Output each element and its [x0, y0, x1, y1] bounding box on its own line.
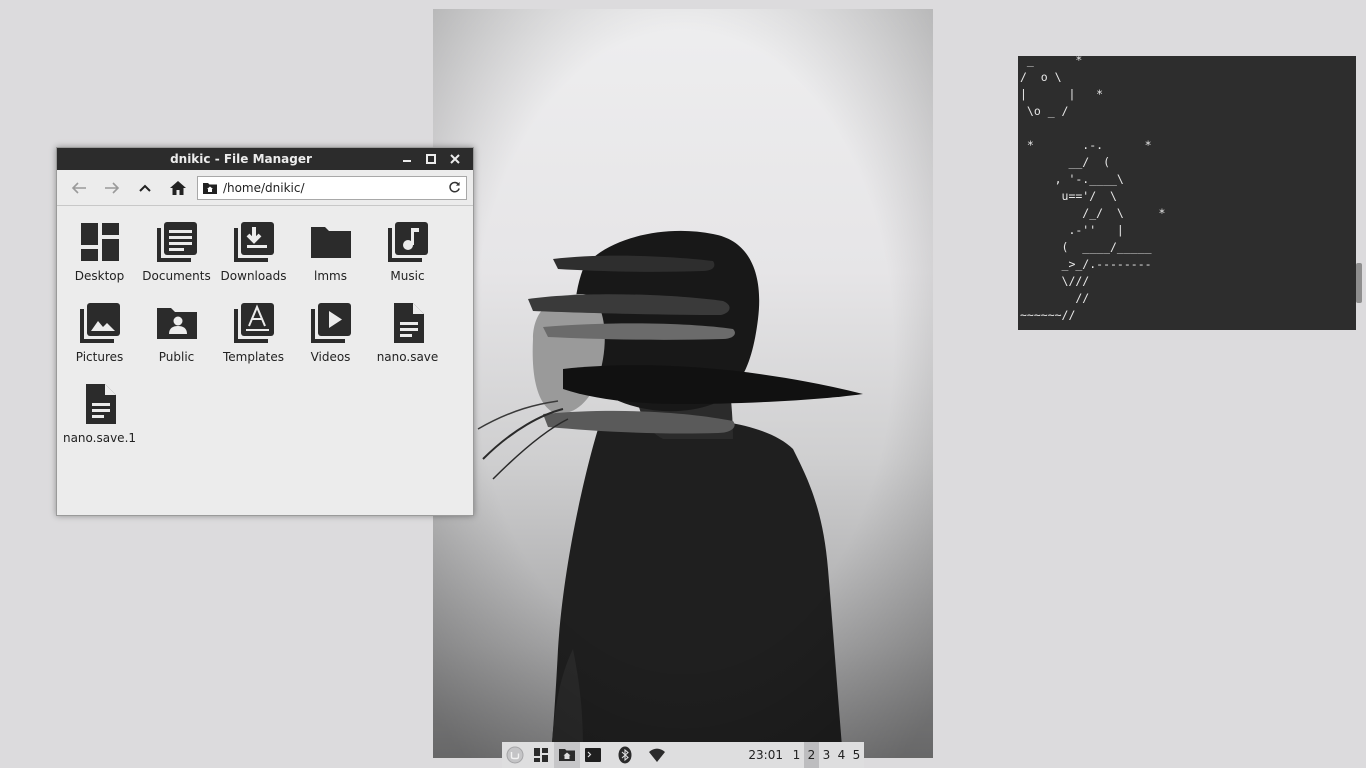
show-desktop-button[interactable] — [528, 742, 554, 768]
close-button[interactable] — [443, 149, 467, 169]
wallpaper-photo-art — [433, 9, 933, 758]
workspace-5[interactable]: 5 — [849, 742, 864, 768]
file-label: lmms — [314, 269, 347, 283]
pictures-folder-icon — [79, 303, 120, 343]
file-item-desktop[interactable]: Desktop — [61, 220, 138, 301]
parent-folder-button[interactable] — [129, 174, 162, 202]
downloads-folder-icon — [233, 222, 274, 262]
mint-logo-icon — [506, 746, 524, 764]
menu-button[interactable] — [502, 742, 528, 768]
file-label: Downloads — [220, 269, 287, 283]
music-folder-icon — [387, 222, 428, 262]
minimize-button[interactable] — [395, 149, 419, 169]
terminal-task-button[interactable] — [580, 742, 606, 768]
location-bar[interactable]: /home/dnikic/ — [196, 175, 467, 200]
minimize-icon — [403, 160, 411, 162]
wifi-button[interactable] — [644, 742, 670, 768]
file-item-pictures[interactable]: Pictures — [61, 301, 138, 382]
file-label: nano.save.1 — [62, 431, 137, 445]
file-icon-view[interactable]: Desktop Documents Downloads lmms Music P… — [61, 208, 473, 515]
close-icon — [450, 154, 460, 164]
public-folder-icon — [156, 308, 197, 339]
text-file-icon — [393, 303, 424, 343]
wifi-icon — [649, 748, 665, 762]
file-label: Templates — [222, 350, 284, 364]
back-button[interactable] — [63, 174, 96, 202]
bluetooth-icon — [618, 746, 632, 764]
window-title: dnikic - File Manager — [170, 152, 312, 166]
terminal-window[interactable]: _ * / o \ | | * \o _ / * .-. * __/ ( , '… — [1018, 56, 1356, 330]
window-controls — [395, 149, 473, 169]
file-item-videos[interactable]: Videos — [292, 301, 369, 382]
file-item-public[interactable]: Public — [138, 301, 215, 382]
file-manager-task-button[interactable] — [554, 742, 580, 768]
folder-icon — [310, 227, 351, 258]
workspace-1[interactable]: 1 — [789, 742, 804, 768]
home-button[interactable] — [162, 174, 195, 202]
maximize-button[interactable] — [419, 149, 443, 169]
file-item-music[interactable]: Music — [369, 220, 446, 301]
file-label: nano.save — [376, 350, 439, 364]
taskbar: 23:01 1 2 3 4 5 — [502, 742, 864, 768]
workspace-2[interactable]: 2 — [804, 742, 819, 768]
file-item-downloads[interactable]: Downloads — [215, 220, 292, 301]
file-label: Videos — [310, 350, 351, 364]
file-item-templates[interactable]: Templates — [215, 301, 292, 382]
file-item-documents[interactable]: Documents — [138, 220, 215, 301]
file-item-nano-save-1[interactable]: nano.save.1 — [61, 382, 138, 463]
home-icon — [170, 180, 187, 195]
desktop-folder-icon — [80, 223, 119, 261]
home-folder-icon — [559, 749, 575, 761]
videos-folder-icon — [310, 303, 351, 343]
file-label: Documents — [142, 269, 211, 283]
templates-folder-icon — [233, 303, 274, 343]
home-folder-icon — [202, 182, 217, 194]
toolbar: /home/dnikic/ — [57, 170, 473, 206]
text-file-icon — [85, 384, 116, 424]
maximize-icon — [426, 154, 436, 164]
file-item-lmms[interactable]: lmms — [292, 220, 369, 301]
documents-folder-icon — [156, 222, 197, 262]
file-manager-window[interactable]: dnikic - File Manager /home/dnikic/ Desk… — [56, 147, 474, 516]
workspace-4[interactable]: 4 — [834, 742, 849, 768]
terminal-icon — [585, 748, 601, 762]
location-path: /home/dnikic/ — [222, 180, 305, 195]
file-label: Public — [158, 350, 195, 364]
file-item-nano-save[interactable]: nano.save — [369, 301, 446, 382]
file-label: Desktop — [74, 269, 125, 283]
terminal-output: _ * / o \ | | * \o _ / * .-. * __/ ( , '… — [1020, 56, 1166, 322]
terminal-scrollbar[interactable] — [1356, 263, 1362, 303]
arrow-left-icon — [72, 181, 87, 194]
arrow-right-icon — [105, 181, 120, 194]
desktop-grid-icon — [534, 748, 548, 762]
desktop: dnikic - File Manager /home/dnikic/ Desk… — [0, 0, 1366, 768]
file-label: Pictures — [75, 350, 124, 364]
workspace-3[interactable]: 3 — [819, 742, 834, 768]
title-bar[interactable]: dnikic - File Manager — [57, 148, 473, 170]
reload-icon[interactable] — [448, 181, 461, 194]
file-label: Music — [390, 269, 425, 283]
bluetooth-button[interactable] — [612, 742, 638, 768]
wallpaper-photo — [433, 9, 933, 758]
clock: 23:01 — [748, 748, 783, 762]
forward-button[interactable] — [96, 174, 129, 202]
chevron-up-icon — [139, 184, 152, 192]
